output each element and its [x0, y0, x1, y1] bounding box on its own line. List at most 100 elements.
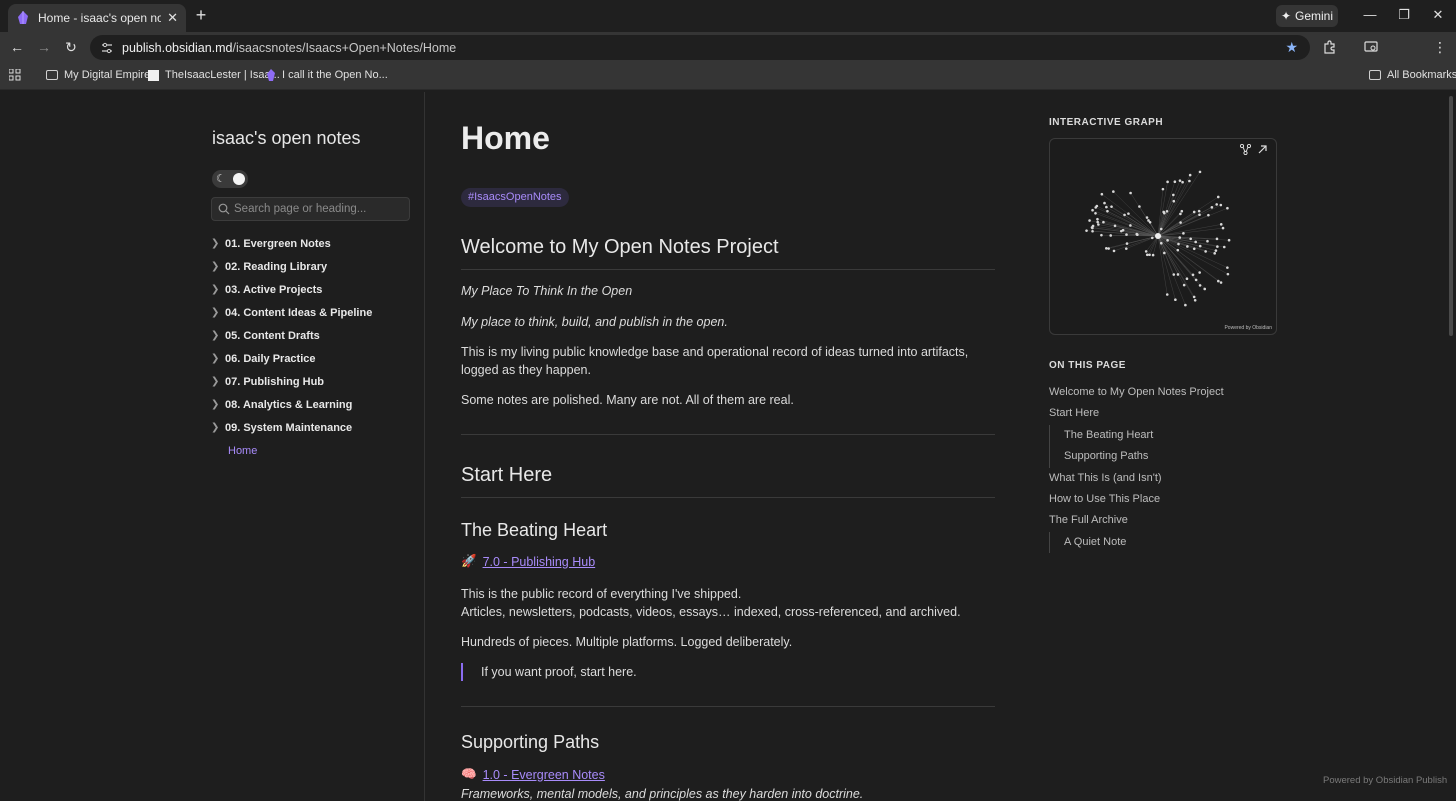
graph-node[interactable]: [1095, 204, 1099, 208]
graph-node[interactable]: [1194, 278, 1198, 282]
evergreen-notes-link[interactable]: 1.0 - Evergreen Notes: [483, 768, 605, 782]
graph-node[interactable]: [1147, 219, 1150, 222]
graph-node[interactable]: [1185, 277, 1189, 280]
graph-node[interactable]: [1105, 205, 1108, 209]
nav-folder-system-maintenance[interactable]: ❯ 09. System Maintenance: [211, 416, 421, 439]
restore-icon[interactable]: ❐: [1394, 6, 1414, 24]
graph-current-node[interactable]: [1155, 233, 1161, 239]
site-name[interactable]: isaac's open notes: [212, 128, 361, 149]
graph-node[interactable]: [1091, 229, 1094, 233]
graph-node[interactable]: [1091, 208, 1094, 212]
graph-view-icon[interactable]: [1240, 144, 1251, 155]
gemini-button[interactable]: ✦ Gemini: [1276, 5, 1338, 27]
nav-folder-daily-practice[interactable]: ❯ 06. Daily Practice: [211, 347, 421, 370]
graph-node[interactable]: [1181, 180, 1184, 184]
graph-node[interactable]: [1106, 209, 1109, 213]
browser-tab-active[interactable]: Home - isaac's open notes - Obsidian Pub…: [8, 4, 186, 32]
graph-node[interactable]: [1204, 250, 1207, 253]
graph-node[interactable]: [1210, 206, 1214, 209]
graph-node[interactable]: [1226, 266, 1229, 269]
graph-node[interactable]: [1216, 245, 1219, 248]
graph-node[interactable]: [1100, 192, 1104, 196]
graph-node[interactable]: [1182, 283, 1186, 287]
graph-node[interactable]: [1179, 221, 1182, 224]
nav-folder-evergreen-notes[interactable]: ❯ 01. Evergreen Notes: [211, 232, 421, 255]
back-icon[interactable]: ←: [9, 39, 25, 55]
graph-node[interactable]: [1124, 247, 1128, 250]
graph-node[interactable]: [1150, 236, 1154, 240]
graph-node[interactable]: [1178, 236, 1182, 239]
graph-node[interactable]: [1112, 249, 1116, 253]
page-scrollbar[interactable]: [1449, 96, 1453, 336]
graph-node[interactable]: [1178, 179, 1182, 182]
graph-node[interactable]: [1197, 209, 1201, 213]
extensions-icon[interactable]: [1323, 40, 1337, 54]
graph-node[interactable]: [1172, 273, 1176, 276]
graph-node[interactable]: [1215, 203, 1218, 206]
graph-node[interactable]: [1216, 195, 1220, 199]
tag-pill[interactable]: #IsaacsOpenNotes: [461, 188, 569, 207]
graph-node[interactable]: [1088, 219, 1091, 222]
graph-node[interactable]: [1138, 205, 1141, 208]
graph-node[interactable]: [1159, 241, 1163, 245]
graph-node[interactable]: [1219, 281, 1223, 284]
bookmark-my-digital-empire[interactable]: My Digital Empire: [46, 69, 150, 81]
graph-node[interactable]: [1198, 170, 1202, 174]
powered-by-footer[interactable]: Powered by Obsidian Publish: [1323, 775, 1447, 786]
graph-node[interactable]: [1165, 210, 1169, 213]
nav-folder-reading-library[interactable]: ❯ 02. Reading Library: [211, 255, 421, 278]
graph-node[interactable]: [1215, 237, 1219, 241]
graph-node[interactable]: [1213, 252, 1216, 255]
graph-node[interactable]: [1094, 212, 1097, 215]
graph-node[interactable]: [1214, 249, 1218, 252]
graph-node[interactable]: [1144, 250, 1148, 253]
graph-node[interactable]: [1100, 233, 1103, 237]
graph-node[interactable]: [1136, 233, 1139, 236]
nav-folder-content-ideas[interactable]: ❯ 04. Content Ideas & Pipeline: [211, 301, 421, 324]
graph-node[interactable]: [1207, 213, 1210, 217]
bookmark-star-icon[interactable]: ★: [1285, 39, 1298, 56]
graph-node[interactable]: [1127, 212, 1130, 215]
graph-node[interactable]: [1198, 271, 1201, 274]
graph-node[interactable]: [1189, 237, 1192, 241]
graph-node[interactable]: [1110, 205, 1113, 208]
graph-node[interactable]: [1107, 247, 1110, 250]
graph-node[interactable]: [1129, 191, 1132, 195]
bookmark-theisaaclester[interactable]: TheIsaacLester | Isaa...: [148, 69, 280, 81]
graph-node[interactable]: [1112, 190, 1115, 193]
new-tab-button[interactable]: +: [192, 6, 210, 24]
graph-node[interactable]: [1188, 179, 1191, 183]
graph-node[interactable]: [1198, 244, 1202, 248]
toc-item-quiet-note[interactable]: A Quiet Note: [1049, 531, 1277, 554]
graph-node[interactable]: [1148, 253, 1151, 257]
nav-folder-active-projects[interactable]: ❯ 03. Active Projects: [211, 278, 421, 301]
graph-node[interactable]: [1120, 229, 1123, 233]
toc-item-supporting-paths[interactable]: Supporting Paths: [1049, 446, 1277, 468]
graph-node[interactable]: [1226, 206, 1229, 210]
graph-node[interactable]: [1221, 226, 1225, 230]
graph-node[interactable]: [1091, 226, 1094, 230]
graph-node[interactable]: [1198, 213, 1201, 217]
interactive-graph[interactable]: Powered by Obsidian: [1049, 138, 1277, 335]
toc-item-what-this-is[interactable]: What This Is (and Isn't): [1049, 468, 1277, 489]
theme-toggle[interactable]: ☾: [212, 170, 248, 188]
graph-node[interactable]: [1125, 242, 1129, 245]
nav-folder-analytics[interactable]: ❯ 08. Analytics & Learning: [211, 393, 421, 416]
graph-node[interactable]: [1172, 193, 1175, 197]
graph-node[interactable]: [1219, 203, 1223, 207]
graph-node[interactable]: [1219, 223, 1223, 226]
bookmark-open-notes[interactable]: I call it the Open No...: [266, 69, 388, 81]
graph-node[interactable]: [1123, 213, 1126, 217]
graph-node[interactable]: [1177, 242, 1180, 246]
graph-node[interactable]: [1193, 298, 1197, 302]
graph-node[interactable]: [1166, 239, 1169, 242]
tab-search-icon[interactable]: [1364, 40, 1378, 54]
minimize-icon[interactable]: —: [1360, 6, 1380, 24]
graph-canvas[interactable]: [1050, 139, 1277, 335]
window-close-icon[interactable]: ✕: [1428, 6, 1448, 24]
browser-menu-icon[interactable]: ⋮: [1432, 39, 1448, 55]
graph-node[interactable]: [1194, 240, 1197, 244]
search-input[interactable]: [234, 200, 404, 218]
graph-node[interactable]: [1172, 199, 1176, 203]
apps-grid-icon[interactable]: [9, 69, 21, 81]
